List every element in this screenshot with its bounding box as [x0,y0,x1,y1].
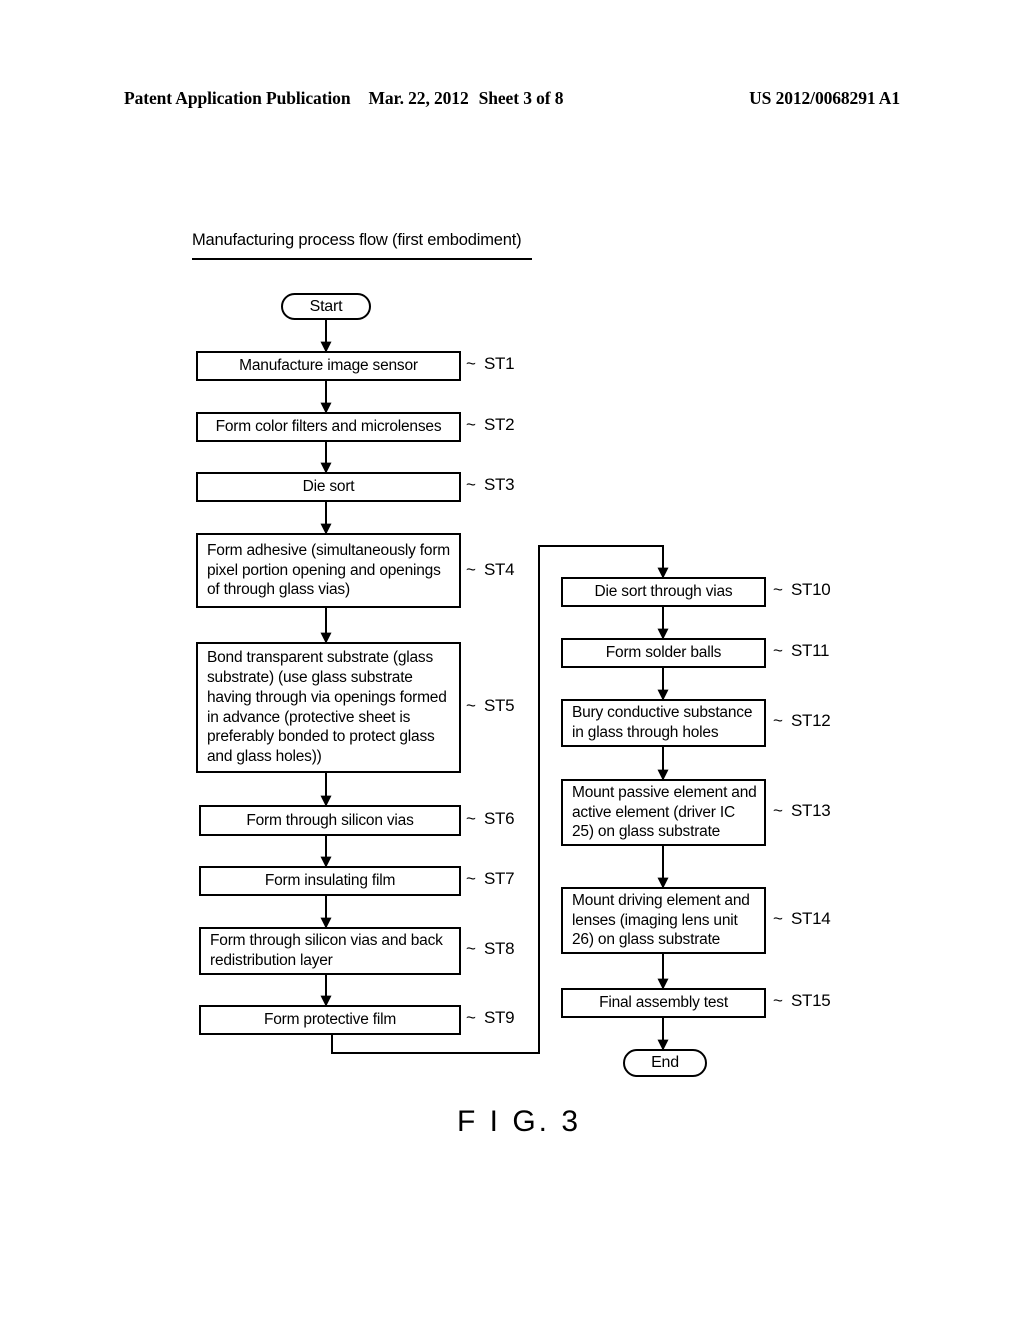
leader-tilde-icon: ~ [466,1007,476,1027]
process-node-st14: Mount driving element and lenses (imagin… [561,887,766,954]
leader-tilde-icon: ~ [466,474,476,494]
process-node-st12: Bury conductive substance in glass throu… [561,699,766,747]
process-node-st10: Die sort through vias [561,577,766,607]
step-label-st4: ~ ST4 [466,559,515,580]
leader-tilde-icon: ~ [466,808,476,828]
step-label-st5: ~ ST5 [466,695,515,716]
process-node-st13: Mount passive element and active element… [561,779,766,846]
step-label-st12: ~ ST12 [773,710,831,731]
end-label: End [651,1054,679,1071]
leader-tilde-icon: ~ [466,938,476,958]
step-label-st3-text: ST3 [484,475,515,494]
process-node-st3-text: Die sort [302,478,355,496]
process-node-st14-text: Mount driving element and lenses (imagin… [572,891,750,949]
leader-tilde-icon: ~ [773,908,783,928]
process-node-st11: Form solder balls [561,638,766,668]
step-label-st3: ~ ST3 [466,474,515,495]
step-label-st12-text: ST12 [791,711,831,730]
process-node-st9-text: Form protective film [263,1011,397,1029]
process-node-st13-text: Mount passive element and active element… [572,783,757,841]
step-label-st4-text: ST4 [484,560,515,579]
step-label-st7-text: ST7 [484,869,515,888]
end-terminator: End [623,1049,707,1077]
process-node-st5: Bond transparent substrate (glass substr… [196,642,461,773]
figure-title: Manufacturing process flow (first embodi… [192,231,522,249]
step-label-st8: ~ ST8 [466,938,515,959]
publication-label: Patent Application Publication [124,88,351,108]
process-node-st15: Final assembly test [561,988,766,1018]
process-node-st2-text: Form color filters and microlenses [215,418,442,436]
leader-tilde-icon: ~ [773,579,783,599]
step-label-st5-text: ST5 [484,696,515,715]
leader-tilde-icon: ~ [773,990,783,1010]
publication-date: Mar. 22, 2012 [368,88,469,108]
step-label-st6: ~ ST6 [466,808,515,829]
process-node-st8: Form through silicon vias and back redis… [199,927,461,975]
step-label-st13-text: ST13 [791,801,831,820]
process-node-st1: Manufacture image sensor [196,351,461,381]
figure-caption: F I G. 3 [457,1105,582,1138]
step-label-st1: ~ ST1 [466,353,515,374]
process-node-st3: Die sort [196,472,461,502]
sheet-number: Sheet 3 of 8 [478,88,564,108]
process-node-st8-text: Form through silicon vias and back redis… [210,932,443,969]
leader-tilde-icon: ~ [466,414,476,434]
process-node-st5-text: Bond transparent substrate (glass substr… [207,649,447,766]
step-label-st11: ~ ST11 [773,641,829,661]
process-node-st4: Form adhesive (simultaneously form pixel… [196,533,461,608]
leader-tilde-icon: ~ [773,800,783,820]
step-label-st2: ~ ST2 [466,414,515,435]
process-node-st4-text: Form adhesive (simultaneously form pixel… [207,541,451,599]
step-label-st8-text: ST8 [484,939,515,958]
process-node-st7-text: Form insulating film [264,872,396,890]
step-label-st2-text: ST2 [484,415,515,434]
start-terminator: Start [281,293,371,320]
step-label-st10-text: ST10 [791,580,831,599]
leader-tilde-icon: ~ [466,353,476,373]
leader-tilde-icon: ~ [466,695,476,715]
leader-tilde-icon: ~ [773,640,783,660]
process-node-st15-text: Final assembly test [599,994,728,1012]
process-node-st12-text: Bury conductive substance in glass throu… [572,704,753,741]
step-label-st9: ~ ST9 [466,1007,515,1028]
step-label-st11-text: ST11 [791,641,830,660]
process-node-st2: Form color filters and microlenses [196,412,461,442]
step-label-st10: ~ ST10 [773,579,831,600]
process-node-st11-text: Form solder balls [605,644,722,662]
step-label-st14-text: ST14 [791,909,831,928]
process-node-st7: Form insulating film [199,866,461,896]
step-label-st9-text: ST9 [484,1008,515,1027]
step-label-st6-text: ST6 [484,809,515,828]
step-label-st7: ~ ST7 [466,868,515,889]
leader-tilde-icon: ~ [466,868,476,888]
step-label-st15: ~ ST15 [773,990,831,1011]
step-label-st14: ~ ST14 [773,908,831,929]
sheet-info: Mar. 22, 2012 Sheet 3 of 8 [368,88,573,109]
sheet-header: Patent Application Publication Mar. 22, … [124,88,900,109]
process-node-st1-text: Manufacture image sensor [239,357,418,375]
step-label-st15-text: ST15 [791,991,831,1010]
leader-tilde-icon: ~ [466,559,476,579]
process-node-st6: Form through silicon vias [199,805,461,836]
start-label: Start [309,297,343,315]
process-node-st6-text: Form through silicon vias [246,811,414,829]
figure-title-underline [192,258,532,260]
step-label-st1-text: ST1 [484,354,515,373]
leader-tilde-icon: ~ [773,710,783,730]
step-label-st13: ~ ST13 [773,800,831,821]
process-node-st9: Form protective film [199,1005,461,1035]
process-node-st10-text: Die sort through vias [594,583,733,601]
document-number: US 2012/0068291 A1 [749,88,900,108]
